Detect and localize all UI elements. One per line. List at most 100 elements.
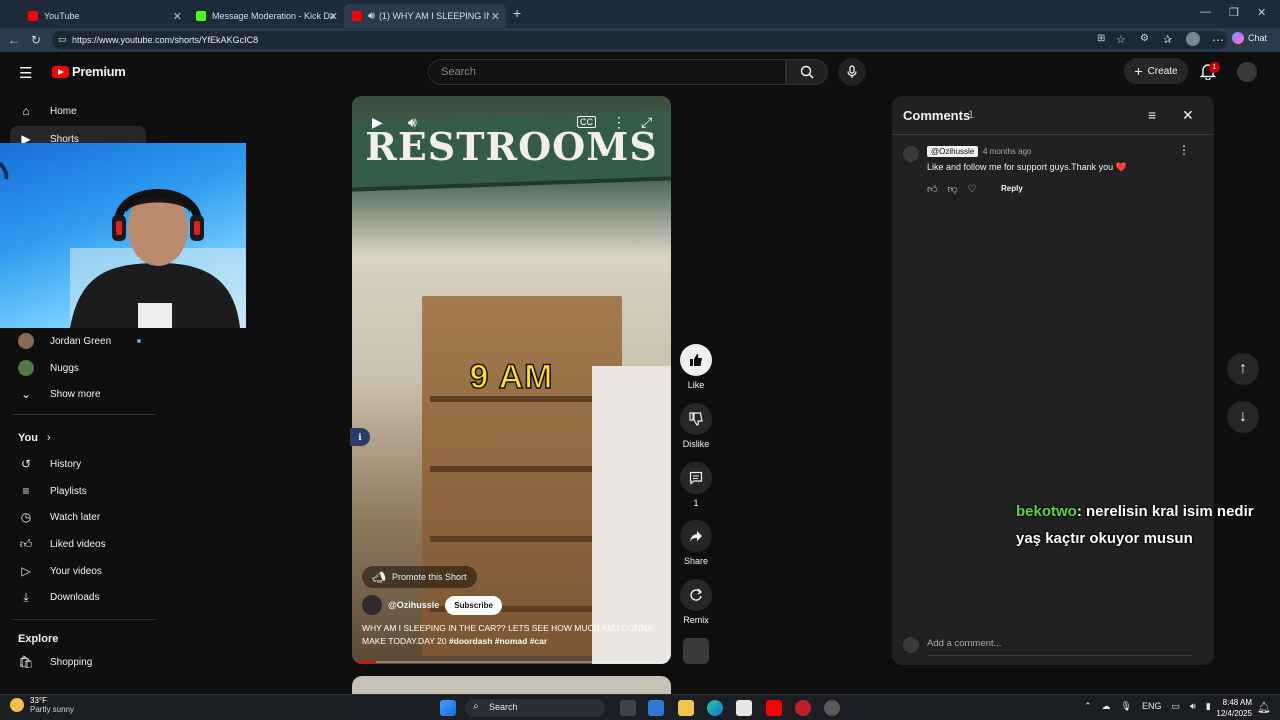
search-button[interactable] — [786, 59, 828, 85]
sound-thumbnail[interactable] — [683, 638, 709, 664]
notification-center-icon[interactable]: 🔔︎ — [1257, 701, 1271, 714]
back-icon[interactable]: ← — [8, 33, 20, 47]
info-icon[interactable]: ℹ — [350, 428, 370, 446]
heart-icon[interactable]: ♡ — [968, 184, 977, 195]
minimize-icon[interactable]: — — [1200, 6, 1211, 18]
youtube-premium-logo[interactable]: Premium — [52, 64, 126, 79]
edge-browser-icon[interactable] — [707, 700, 723, 716]
captions-icon[interactable]: CC — [577, 116, 596, 128]
volume-icon[interactable]: 🔊︎ — [408, 114, 417, 131]
microphone-icon — [847, 65, 857, 78]
voice-search-button[interactable] — [838, 58, 866, 86]
account-avatar[interactable] — [1237, 62, 1257, 82]
comment-actions: 👍︎ 👎︎ ♡ — [927, 183, 977, 196]
you-section-heading[interactable]: You › — [18, 432, 51, 444]
fullscreen-icon[interactable]: ⤢ — [641, 114, 652, 131]
close-icon[interactable]: ✕ — [1182, 107, 1194, 124]
sidebar-subscription-jordan-green[interactable]: Jordan Green — [10, 328, 146, 354]
commenter-avatar[interactable] — [903, 146, 919, 162]
start-windows-icon[interactable] — [440, 700, 456, 716]
refresh-icon[interactable]: ↻ — [31, 33, 41, 47]
caption-hashtags[interactable]: #doordash #nomad #car — [449, 636, 547, 646]
chat-label: Chat — [1248, 33, 1268, 43]
browser-tab-active[interactable]: 🔊︎ (1) WHY AM I SLEEPING IN TH ✕ — [344, 4, 506, 28]
sidebar-item-history[interactable]: ↺ History — [10, 451, 146, 477]
profile-icon[interactable] — [1186, 32, 1200, 46]
task-view-icon[interactable] — [620, 700, 636, 716]
url-field[interactable]: ▭ https://www.youtube.com/shorts/YfEkAKG… — [52, 31, 1227, 49]
extensions-icon[interactable]: ⚙ — [1140, 33, 1149, 44]
app-icon[interactable] — [648, 700, 664, 716]
reader-icon[interactable]: ⊞ — [1097, 33, 1105, 44]
channel-name[interactable]: @Ozihussle — [388, 600, 439, 610]
maximize-icon[interactable]: ❐ — [1229, 6, 1239, 19]
dislike-button[interactable]: Dislike — [680, 403, 712, 449]
favorite-star-icon[interactable]: ☆ — [1116, 33, 1126, 46]
sidebar-subscription-nuggs[interactable]: Nuggs — [10, 355, 146, 381]
app-icon[interactable] — [824, 700, 840, 716]
comment-author-handle[interactable]: @Ozihussle — [927, 146, 979, 157]
close-tab-icon[interactable]: ✕ — [329, 10, 338, 23]
previous-short-button[interactable]: ↑ — [1227, 353, 1259, 385]
site-info-icon[interactable]: ▭ — [58, 34, 67, 45]
subscribe-button[interactable]: Subscribe — [445, 595, 502, 615]
obs-icon[interactable] — [795, 700, 811, 716]
reply-button[interactable]: Reply — [1001, 184, 1023, 193]
browser-tab-kick[interactable]: Message Moderation - Kick Dashb ✕ — [188, 4, 344, 28]
weather-widget[interactable]: 33°F Partly sunny — [10, 696, 74, 714]
close-tab-icon[interactable]: ✕ — [173, 10, 182, 23]
like-button[interactable]: Like — [680, 344, 712, 390]
next-short-button[interactable]: ↓ — [1227, 401, 1259, 433]
favorites-icon[interactable]: ✰ — [1163, 33, 1172, 46]
more-menu-icon[interactable]: ⋯ — [1212, 33, 1224, 47]
file-explorer-icon[interactable] — [678, 700, 694, 716]
close-window-icon[interactable]: ✕ — [1257, 6, 1266, 19]
sort-icon[interactable]: ≡ — [1148, 107, 1156, 123]
shelf-board — [430, 466, 615, 472]
copilot-chat-button[interactable]: Chat — [1232, 32, 1267, 44]
share-button[interactable]: Share — [680, 520, 712, 566]
sidebar-item-your-videos[interactable]: ▷ Your videos — [10, 558, 146, 584]
thumbs-down-icon[interactable]: 👎︎ — [947, 183, 957, 195]
speaker-icon[interactable]: 🔊︎ — [368, 10, 375, 23]
sidebar-item-home[interactable]: ⌂ Home — [10, 98, 146, 124]
sidebar-item-downloads[interactable]: ⤓ Downloads — [10, 584, 146, 610]
create-button[interactable]: + Create — [1124, 58, 1188, 84]
sidebar-item-liked-videos[interactable]: 👍︎ Liked videos — [10, 531, 146, 557]
webcam-person-image — [0, 161, 246, 328]
taskbar-search[interactable]: ⌕ Search — [465, 699, 605, 717]
channel-avatar[interactable] — [362, 595, 382, 615]
play-icon[interactable]: ▶ — [372, 114, 383, 131]
language-indicator[interactable]: ENG — [1142, 701, 1162, 712]
microphone-icon[interactable]: 🎙︎ — [1121, 701, 1132, 712]
sidebar-item-watch-later[interactable]: ◷ Watch later — [10, 504, 146, 530]
comment-more-icon[interactable]: ⋮ — [1178, 143, 1190, 157]
video-progress-bar[interactable] — [357, 661, 667, 663]
comments-button[interactable]: 1 — [680, 462, 712, 508]
onedrive-cloud-icon[interactable]: ☁ — [1102, 701, 1111, 712]
sidebar-item-playlists[interactable]: ≡ Playlists — [10, 478, 146, 504]
microsoft-store-icon[interactable] — [736, 700, 752, 716]
show-more-button[interactable]: ⌄ Show more — [10, 381, 146, 407]
sidebar-item-label: Liked videos — [50, 538, 106, 550]
new-tab-button[interactable]: + — [513, 5, 521, 21]
progress-fill — [357, 661, 376, 663]
remix-button[interactable]: Remix — [680, 579, 712, 625]
next-short-preview[interactable] — [352, 676, 671, 694]
video-caption: WHY AM I SLEEPING IN THE CAR?? LETS SEE … — [362, 622, 664, 648]
menu-hamburger-icon[interactable]: ☰ — [19, 64, 32, 82]
chevron-up-icon[interactable]: ⌃ — [1084, 701, 1092, 712]
search-input[interactable]: Search — [428, 59, 786, 85]
more-options-icon[interactable]: ⋮ — [612, 114, 626, 131]
sidebar-item-shopping[interactable]: 🛍︎ Shopping — [10, 649, 146, 675]
thumbs-up-icon[interactable]: 👍︎ — [927, 183, 937, 195]
network-icon[interactable]: ▭ — [1172, 701, 1181, 712]
youtube-app-icon[interactable] — [766, 700, 782, 716]
volume-icon[interactable]: 🔊︎ — [1190, 701, 1196, 712]
add-comment-input[interactable]: Add a comment... — [927, 638, 1192, 656]
taskbar-clock[interactable]: 8:48 AM 12/4/2025 — [1212, 697, 1252, 719]
close-tab-icon[interactable]: ✕ — [491, 10, 500, 23]
browser-tab-youtube[interactable]: YouTube ✕ — [20, 4, 188, 28]
battery-icon[interactable]: ▮ — [1206, 701, 1211, 712]
promote-short-button[interactable]: 📣︎ Promote this Short — [362, 566, 477, 588]
